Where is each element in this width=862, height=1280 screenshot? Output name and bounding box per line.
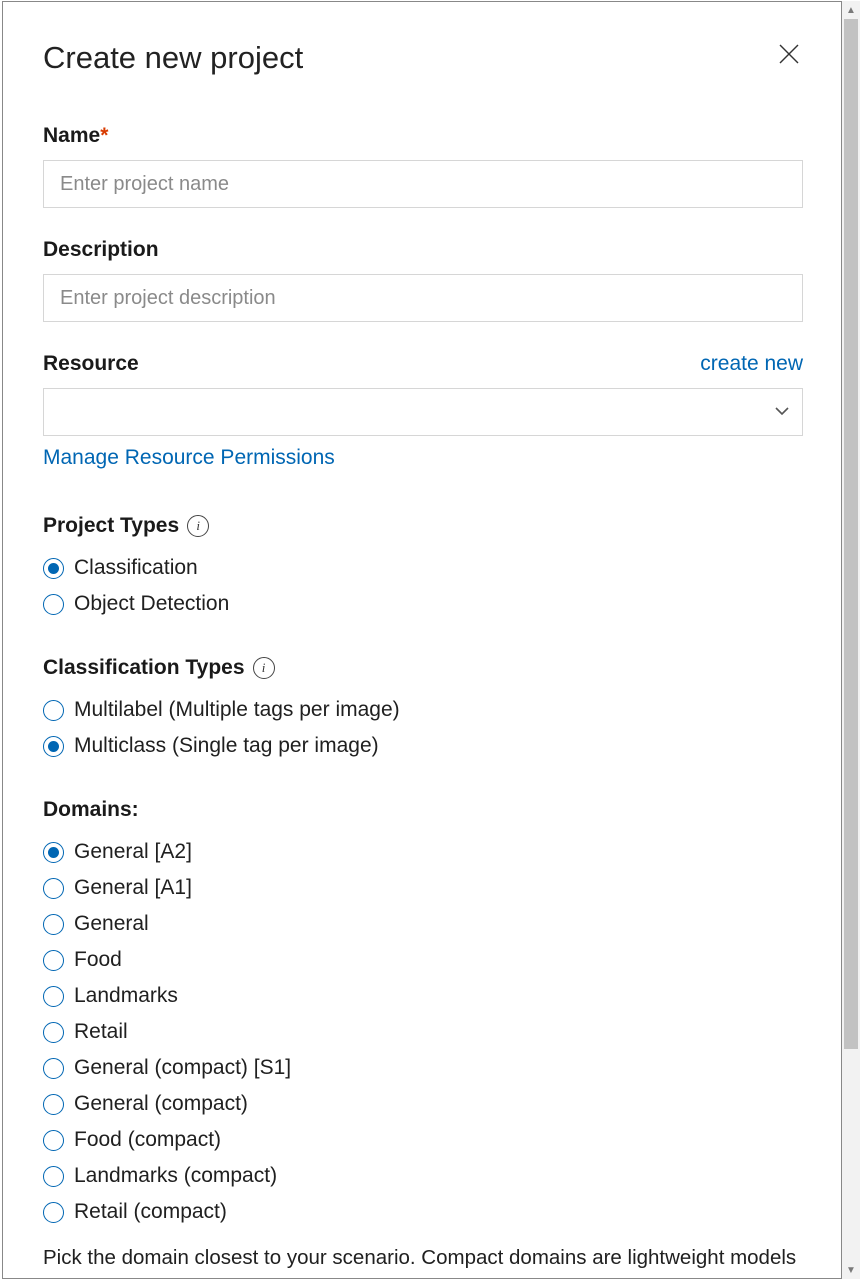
resource-select[interactable] <box>43 388 803 436</box>
radio-label: Classification <box>74 556 198 580</box>
radio-button[interactable] <box>43 1202 64 1223</box>
description-input[interactable] <box>43 274 803 322</box>
radio-label: General (compact) <box>74 1092 248 1116</box>
radio-label: General [A1] <box>74 876 192 900</box>
radio-label: General (compact) [S1] <box>74 1056 291 1080</box>
classification-types-heading-text: Classification Types <box>43 656 245 680</box>
project-types-heading-text: Project Types <box>43 514 179 538</box>
radio-label: Multilabel (Multiple tags per image) <box>74 698 400 722</box>
resource-label: Resource <box>43 352 139 376</box>
domains-helper-text: Pick the domain closest to your scenario… <box>43 1244 803 1279</box>
domain-option[interactable]: Food (compact) <box>43 1128 803 1152</box>
scrollbar-thumb[interactable] <box>844 19 858 1049</box>
radio-label: Multiclass (Single tag per image) <box>74 734 379 758</box>
scroll-up-arrow-icon[interactable]: ▲ <box>842 1 860 19</box>
close-icon <box>777 42 801 66</box>
resource-header-row: Resource create new <box>43 352 803 376</box>
scroll-down-arrow-icon[interactable]: ▼ <box>842 1261 860 1279</box>
classification-type-option[interactable]: Multilabel (Multiple tags per image) <box>43 698 803 722</box>
scrollbar-track[interactable] <box>842 19 860 1261</box>
domain-option[interactable]: General (compact) [S1] <box>43 1056 803 1080</box>
radio-button[interactable] <box>43 700 64 721</box>
classification-type-option[interactable]: Multiclass (Single tag per image) <box>43 734 803 758</box>
radio-button[interactable] <box>43 950 64 971</box>
required-asterisk: * <box>100 124 108 147</box>
name-input[interactable] <box>43 160 803 208</box>
learn-more-link[interactable]: Learn More <box>563 1275 668 1279</box>
close-button[interactable] <box>775 40 803 68</box>
name-label: Name* <box>43 124 803 148</box>
info-icon[interactable]: i <box>187 515 209 537</box>
radio-button[interactable] <box>43 1058 64 1079</box>
domains-heading-text: Domains: <box>43 798 139 822</box>
domain-option[interactable]: Food <box>43 948 803 972</box>
domain-option[interactable]: Retail <box>43 1020 803 1044</box>
radio-button[interactable] <box>43 594 64 615</box>
create-new-resource-link[interactable]: create new <box>700 352 803 376</box>
radio-button[interactable] <box>43 1094 64 1115</box>
radio-label: Food <box>74 948 122 972</box>
domains-helper-prefix: Pick the domain closest to your scenario… <box>43 1246 796 1279</box>
radio-label: General <box>74 912 149 936</box>
domain-option[interactable]: General [A1] <box>43 876 803 900</box>
manage-resource-permissions-link[interactable]: Manage Resource Permissions <box>43 446 335 470</box>
dialog-header: Create new project <box>43 40 803 76</box>
radio-label: Food (compact) <box>74 1128 221 1152</box>
domains-group: General [A2] General [A1] General Food Landm… <box>43 840 803 1224</box>
create-project-dialog: Create new project Name* Description Res… <box>2 1 842 1279</box>
radio-label: General [A2] <box>74 840 192 864</box>
domain-option[interactable]: Landmarks (compact) <box>43 1164 803 1188</box>
radio-button[interactable] <box>43 1130 64 1151</box>
description-label: Description <box>43 238 803 262</box>
project-types-heading: Project Types i <box>43 514 803 538</box>
project-type-option[interactable]: Classification <box>43 556 803 580</box>
radio-label: Retail (compact) <box>74 1200 227 1224</box>
radio-button[interactable] <box>43 736 64 757</box>
radio-label: Object Detection <box>74 592 229 616</box>
radio-button[interactable] <box>43 558 64 579</box>
name-label-text: Name <box>43 124 100 147</box>
project-types-group: Classification Object Detection <box>43 556 803 616</box>
radio-button[interactable] <box>43 1022 64 1043</box>
radio-button[interactable] <box>43 842 64 863</box>
resource-select-value <box>43 388 803 436</box>
classification-types-heading: Classification Types i <box>43 656 803 680</box>
domain-option[interactable]: General [A2] <box>43 840 803 864</box>
domains-heading: Domains: <box>43 798 803 822</box>
dialog-title: Create new project <box>43 40 303 76</box>
radio-button[interactable] <box>43 1166 64 1187</box>
project-type-option[interactable]: Object Detection <box>43 592 803 616</box>
domain-option[interactable]: General (compact) <box>43 1092 803 1116</box>
vertical-scrollbar[interactable]: ▲ ▼ <box>842 1 860 1279</box>
radio-button[interactable] <box>43 986 64 1007</box>
radio-label: Landmarks <box>74 984 178 1008</box>
radio-button[interactable] <box>43 878 64 899</box>
radio-label: Landmarks (compact) <box>74 1164 277 1188</box>
domain-option[interactable]: General <box>43 912 803 936</box>
radio-button[interactable] <box>43 914 64 935</box>
classification-types-group: Multilabel (Multiple tags per image) Mult… <box>43 698 803 758</box>
radio-label: Retail <box>74 1020 128 1044</box>
domain-option[interactable]: Retail (compact) <box>43 1200 803 1224</box>
info-icon[interactable]: i <box>253 657 275 679</box>
domain-option[interactable]: Landmarks <box>43 984 803 1008</box>
